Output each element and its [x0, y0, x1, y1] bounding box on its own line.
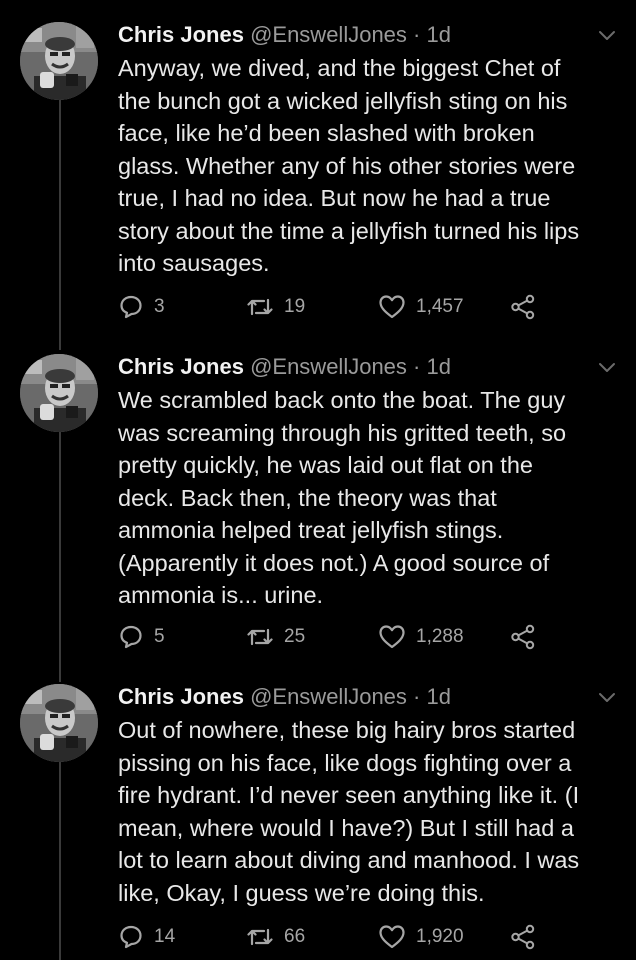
- profile-photo-icon: [20, 354, 98, 432]
- profile-photo-icon: [20, 22, 98, 100]
- retweet-count: 19: [284, 296, 306, 317]
- share-icon[interactable]: [510, 924, 536, 950]
- tweet-actions: 14 66 1,920: [118, 922, 598, 952]
- like-button[interactable]: 1,288: [378, 622, 464, 652]
- author-name[interactable]: Chris Jones: [118, 22, 244, 47]
- retweet-button[interactable]: 25: [246, 622, 305, 652]
- share-icon[interactable]: [510, 624, 536, 650]
- retweet-button[interactable]: 19: [246, 292, 305, 322]
- timestamp[interactable]: 1d: [427, 22, 451, 47]
- tweet-text: Anyway, we dived, and the biggest Chet o…: [118, 55, 580, 276]
- separator: ·: [413, 22, 421, 47]
- author-name[interactable]: Chris Jones: [118, 684, 244, 709]
- retweet-icon: [247, 298, 273, 316]
- tweet-header: Chris Jones @EnswellJones · 1d: [118, 682, 618, 712]
- tweet[interactable]: Chris Jones @EnswellJones · 1d Anyway, w…: [0, 0, 636, 332]
- tweet-text: Out of nowhere, these big hairy bros sta…: [118, 717, 580, 906]
- reply-icon: [120, 295, 142, 319]
- timestamp[interactable]: 1d: [427, 354, 451, 379]
- avatar[interactable]: [20, 354, 98, 432]
- tweet-header: Chris Jones @EnswellJones · 1d: [118, 20, 618, 50]
- share-icon[interactable]: [510, 294, 536, 320]
- avatar[interactable]: [20, 22, 98, 100]
- tweet-actions: 5 25 1,288: [118, 622, 598, 652]
- heart-icon: [379, 925, 405, 949]
- reply-icon: [120, 625, 142, 649]
- tweet-text: We scrambled back onto the boat. The guy…: [118, 387, 567, 608]
- reply-button[interactable]: 14: [118, 922, 175, 952]
- tweet-actions: 3 19 1,457: [118, 292, 598, 322]
- heart-icon: [379, 295, 405, 319]
- chevron-down-icon[interactable]: [596, 686, 618, 708]
- like-button[interactable]: 1,920: [378, 922, 464, 952]
- tweet[interactable]: Chris Jones @EnswellJones · 1d Out of no…: [0, 662, 636, 960]
- author-handle[interactable]: @EnswellJones: [250, 684, 407, 709]
- reply-count: 5: [154, 626, 165, 647]
- timestamp[interactable]: 1d: [427, 684, 451, 709]
- reply-button[interactable]: 5: [118, 622, 165, 652]
- chevron-down-icon[interactable]: [596, 356, 618, 378]
- author-handle[interactable]: @EnswellJones: [250, 354, 407, 379]
- separator: ·: [413, 684, 421, 709]
- retweet-icon: [247, 628, 273, 646]
- like-count: 1,457: [416, 296, 464, 317]
- reply-icon: [120, 925, 142, 949]
- avatar[interactable]: [20, 684, 98, 762]
- tweet[interactable]: Chris Jones @EnswellJones · 1d We scramb…: [0, 332, 636, 662]
- author-name[interactable]: Chris Jones: [118, 354, 244, 379]
- like-count: 1,288: [416, 626, 464, 647]
- reply-count: 14: [154, 926, 176, 947]
- reply-button[interactable]: 3: [118, 292, 165, 322]
- tweet-header: Chris Jones @EnswellJones · 1d: [118, 352, 618, 382]
- like-button[interactable]: 1,457: [378, 292, 464, 322]
- retweet-count: 25: [284, 626, 306, 647]
- separator: ·: [413, 354, 421, 379]
- reply-count: 3: [154, 296, 165, 317]
- heart-icon: [379, 625, 405, 649]
- like-count: 1,920: [416, 926, 464, 947]
- retweet-count: 66: [284, 926, 306, 947]
- profile-photo-icon: [20, 684, 98, 762]
- chevron-down-icon[interactable]: [596, 24, 618, 46]
- retweet-button[interactable]: 66: [246, 922, 305, 952]
- author-handle[interactable]: @EnswellJones: [250, 22, 407, 47]
- retweet-icon: [247, 928, 273, 946]
